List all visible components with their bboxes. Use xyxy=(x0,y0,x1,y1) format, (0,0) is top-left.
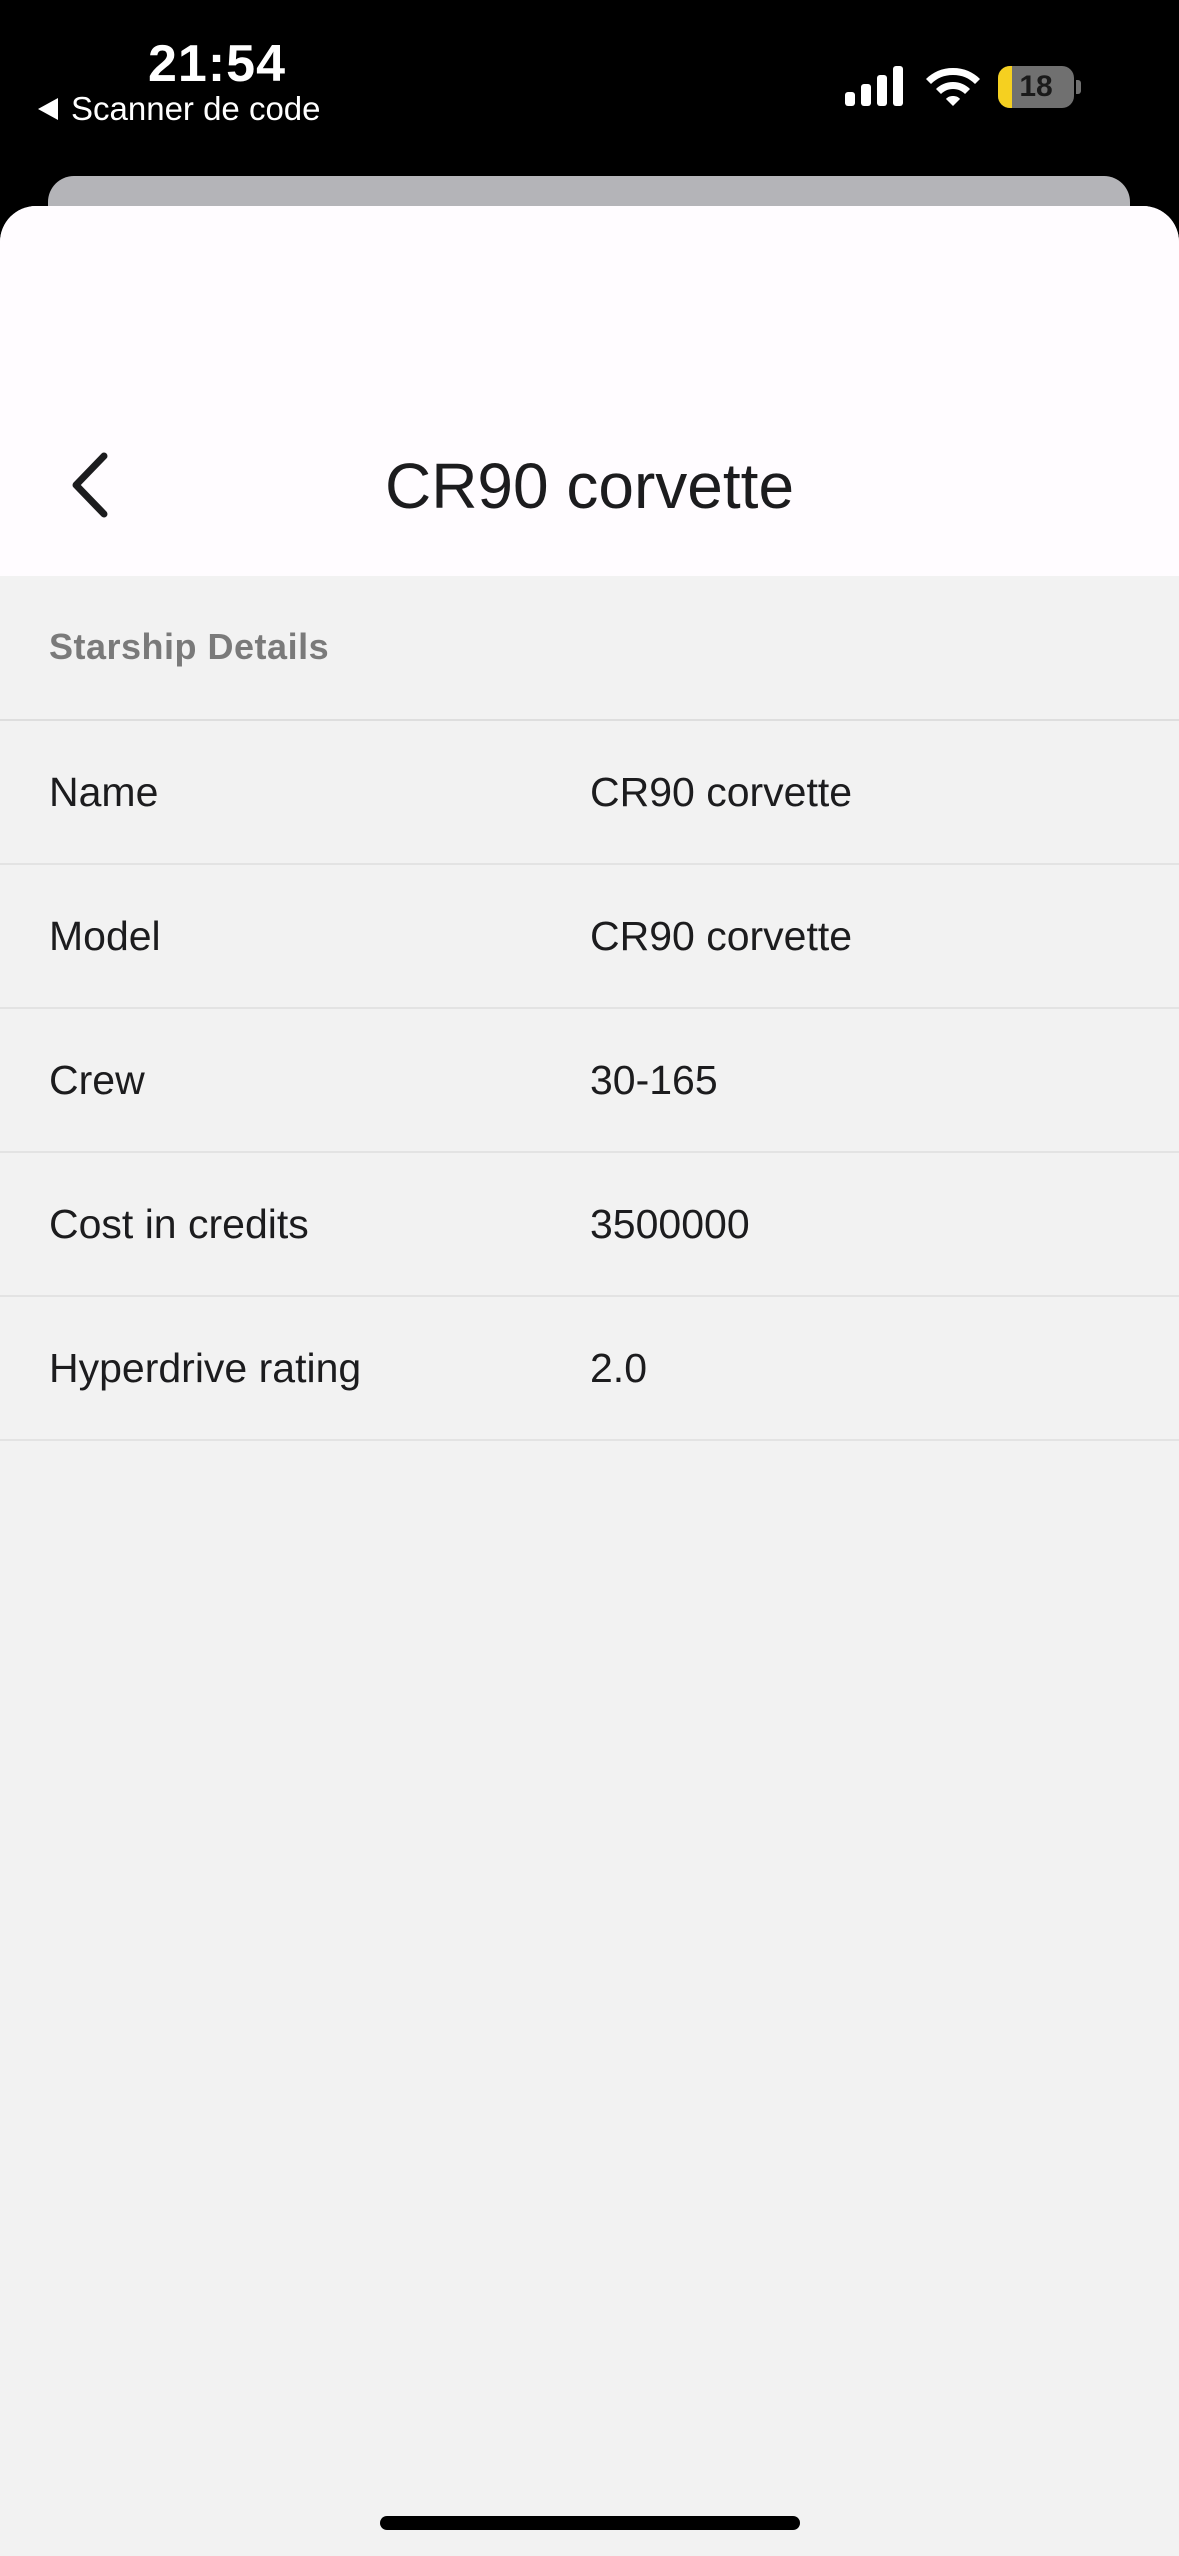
detail-row-crew: Crew 30-165 xyxy=(0,1009,1179,1153)
back-to-app-link[interactable]: Scanner de code xyxy=(38,90,321,128)
detail-value: 30-165 xyxy=(590,1057,718,1103)
detail-label: Name xyxy=(49,769,159,815)
detail-value: 3500000 xyxy=(590,1201,750,1247)
detail-value: CR90 corvette xyxy=(590,913,853,959)
modal-sheet: CR90 corvette Starship Details Name CR90… xyxy=(0,206,1179,2556)
back-to-app-label: Scanner de code xyxy=(71,90,321,127)
back-triangle-icon xyxy=(38,98,58,120)
section-title: Starship Details xyxy=(49,626,330,667)
battery-tip xyxy=(1076,80,1081,94)
status-time: 21:54 xyxy=(148,35,286,93)
battery-icon: 18 xyxy=(998,66,1082,108)
status-bar: 21:54 Scanner de code 18 xyxy=(0,0,1179,175)
home-indicator[interactable] xyxy=(380,2516,800,2530)
detail-label: Hyperdrive rating xyxy=(49,1345,362,1391)
battery-level-text: 18 xyxy=(1019,70,1053,103)
detail-row-hyperdrive: Hyperdrive rating 2.0 xyxy=(0,1297,1179,1441)
detail-label: Model xyxy=(49,913,161,959)
detail-row-name: Name CR90 corvette xyxy=(0,721,1179,865)
page-title: CR90 corvette xyxy=(384,450,795,522)
detail-row-model: Model CR90 corvette xyxy=(0,865,1179,1009)
wifi-icon xyxy=(926,68,980,106)
battery-body: 18 xyxy=(998,66,1074,108)
section-header: Starship Details xyxy=(0,576,1179,721)
detail-label: Crew xyxy=(49,1057,145,1103)
navigation-header: CR90 corvette xyxy=(0,206,1179,576)
details-list: Name CR90 corvette Model CR90 corvette C… xyxy=(0,721,1179,1441)
detail-label: Cost in credits xyxy=(49,1201,309,1247)
detail-value: CR90 corvette xyxy=(590,769,853,815)
detail-value: 2.0 xyxy=(590,1345,647,1391)
detail-row-cost: Cost in credits 3500000 xyxy=(0,1153,1179,1297)
cellular-signal-icon xyxy=(845,66,903,106)
